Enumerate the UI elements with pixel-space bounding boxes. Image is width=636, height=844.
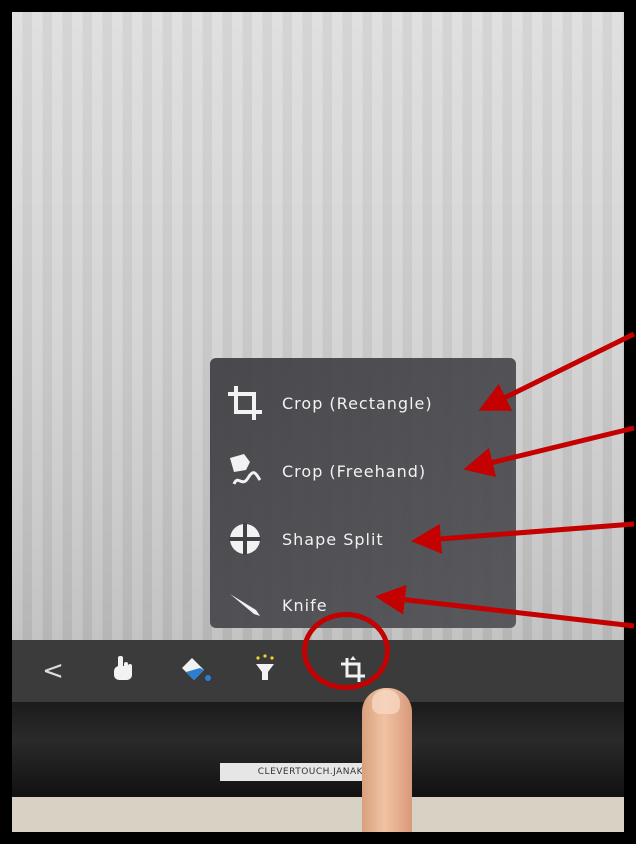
annotation-circle [302,612,390,690]
menu-item-label: Knife [282,595,328,615]
shape-split-icon [226,520,264,558]
display-bezel: CLEVERTOUCH.JANAKI [12,702,624,797]
fill-tool-button[interactable] [172,648,218,694]
chevron-left-icon: < [42,656,64,686]
back-button[interactable]: < [30,648,76,694]
finger-nail [372,690,400,714]
desk-surface [12,797,624,832]
hand-tool-button[interactable] [100,648,146,694]
menu-item-label: Crop (Freehand) [282,461,427,481]
fill-bucket-icon [178,654,212,688]
photo-frame: Crop (Rectangle) Crop (Freehand) Shape S… [0,0,636,844]
screen-photo: Crop (Rectangle) Crop (Freehand) Shape S… [12,12,624,832]
crop-rectangle-icon [226,384,264,422]
menu-item-crop-rectangle[interactable]: Crop (Rectangle) [226,384,433,422]
hand-tool-icon [108,654,138,688]
crop-tools-menu: Crop (Rectangle) Crop (Freehand) Shape S… [210,358,516,628]
highlighter-tool-button[interactable] [242,648,288,694]
menu-item-shape-split[interactable]: Shape Split [226,520,384,558]
knife-icon [226,586,264,624]
menu-item-label: Crop (Rectangle) [282,393,433,413]
highlighter-icon [250,654,280,688]
menu-item-knife[interactable]: Knife [226,586,328,624]
menu-item-crop-freehand[interactable]: Crop (Freehand) [226,452,426,490]
menu-item-label: Shape Split [282,529,384,549]
crop-freehand-icon [226,452,264,490]
